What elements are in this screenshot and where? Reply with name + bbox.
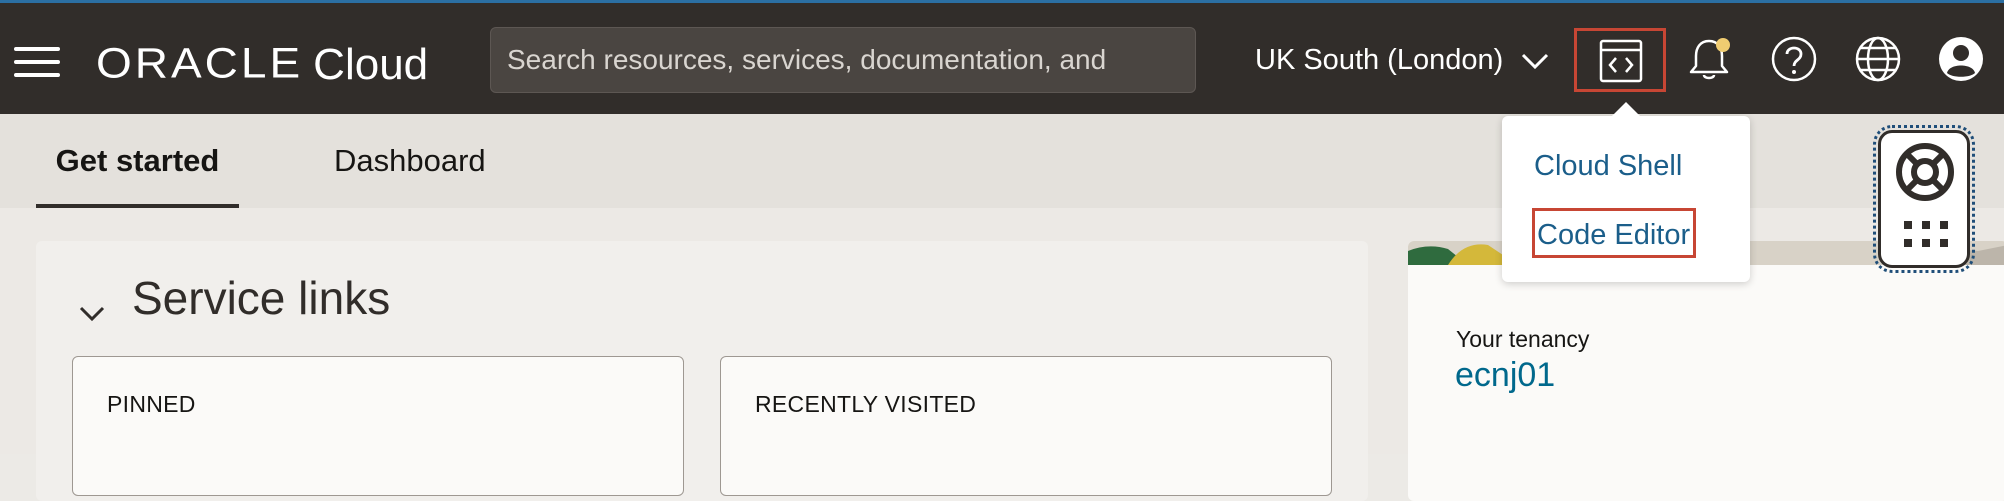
bell-icon[interactable] — [1685, 35, 1733, 83]
logo-brand: ORACLE — [96, 39, 304, 87]
tab-get-started[interactable]: Get started — [36, 114, 239, 208]
app-grid-icon — [1904, 221, 1948, 247]
help-widget[interactable] — [1873, 125, 1975, 273]
menu-pointer — [1610, 102, 1642, 118]
recently-visited-card: RECENTLY VISITED — [720, 356, 1332, 496]
logo-product: Cloud — [313, 40, 429, 89]
region-label: UK South (London) — [1255, 44, 1504, 76]
hamburger-menu-icon[interactable] — [14, 47, 60, 77]
region-selector[interactable]: UK South (London) — [1255, 33, 1549, 87]
pinned-label: PINNED — [107, 391, 196, 417]
top-navigation-bar: ORACLECloud UK South (London) — [0, 0, 2004, 114]
recently-visited-label: RECENTLY VISITED — [755, 391, 977, 417]
menu-item-cloud-shell[interactable]: Cloud Shell — [1534, 150, 1682, 183]
globe-icon[interactable] — [1854, 35, 1902, 83]
service-links-title: Service links — [132, 272, 391, 324]
tab-dashboard[interactable]: Dashboard — [318, 114, 502, 208]
chevron-down-icon[interactable] — [78, 283, 106, 343]
developer-tools-button[interactable] — [1574, 28, 1666, 92]
menu-item-code-editor[interactable]: Code Editor — [1532, 208, 1696, 258]
code-window-icon — [1599, 39, 1643, 83]
oracle-cloud-logo[interactable]: ORACLE Cloud — [96, 36, 428, 89]
pinned-card: PINNED — [72, 356, 684, 496]
lifebuoy-icon — [1896, 143, 1954, 201]
tenancy-value[interactable]: ecnj01 — [1455, 356, 1555, 395]
help-circle-icon[interactable] — [1770, 35, 1818, 83]
tenancy-label: Your tenancy — [1456, 326, 1590, 352]
user-avatar-icon[interactable] — [1937, 35, 1985, 83]
search-input[interactable] — [490, 27, 1196, 93]
notification-dot — [1716, 38, 1730, 52]
chevron-down-icon — [1522, 54, 1549, 70]
